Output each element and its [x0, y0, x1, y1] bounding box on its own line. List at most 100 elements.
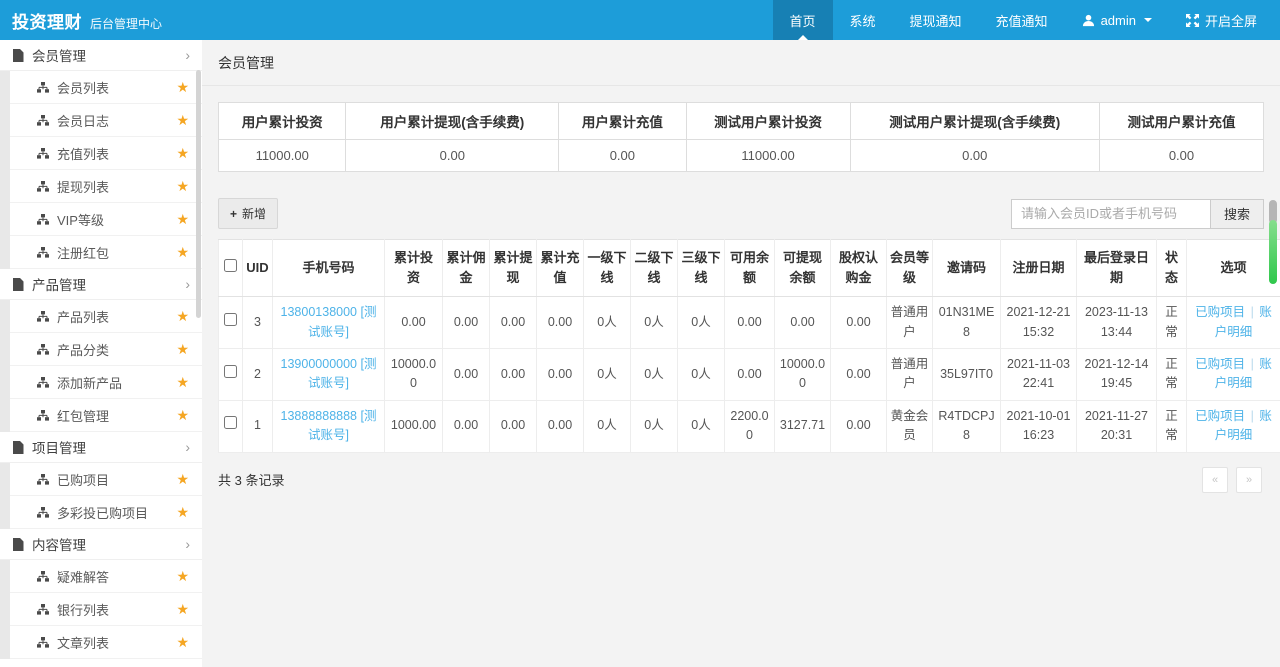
- data-cell: 2021-12-14 19:45: [1076, 348, 1157, 401]
- select-all-checkbox[interactable]: [224, 259, 237, 273]
- sidebar-item-bank-list[interactable]: 银行列表 ★: [10, 593, 202, 626]
- add-button-label: 新增: [242, 207, 267, 221]
- stats-value-cell: 0.00: [849, 139, 1100, 172]
- grid-header-cell: 累计投资: [384, 238, 443, 298]
- nav-system[interactable]: 系统: [833, 0, 893, 40]
- add-button[interactable]: + 新增: [218, 198, 279, 229]
- data-cell: 0.00: [442, 348, 490, 401]
- sidebar-item-purchased-projects[interactable]: 已购项目 ★: [10, 463, 202, 496]
- sidebar-item-faq[interactable]: 疑难解答 ★: [10, 560, 202, 593]
- data-cell: 0.00: [774, 296, 831, 350]
- table-row: 1 13888888888 [测试账号] 1000.00 0.00 0.00 0.00 0人…: [218, 399, 1280, 453]
- stats-header-cell: 用户累计提现(含手续费): [345, 102, 560, 140]
- table-row: 3 13800138000 [测试账号] 0.00 0.00 0.00 0.00 0人 0人 0…: [218, 296, 1280, 350]
- purchased-projects-link[interactable]: 已购项目: [1195, 409, 1245, 423]
- nav-label-admin: admin: [1100, 12, 1136, 28]
- stats-header-cell: 测试用户累计投资: [685, 102, 851, 140]
- content-inner: 用户累计投资 用户累计提现(含手续费) 用户累计充值 测试用户累计投资 测试用户累计提现…: [202, 86, 1280, 509]
- sidebar-item-product-list[interactable]: 产品列表 ★: [10, 300, 202, 333]
- sidebar-item-duocaitou-purchased-projects[interactable]: 多彩投已购项目 ★: [10, 496, 202, 529]
- sidebar-item-withdraw-list[interactable]: 提现列表 ★: [10, 170, 202, 203]
- data-cell: 0人: [630, 399, 678, 453]
- sidebar-item-member-log[interactable]: 会员日志 ★: [10, 104, 202, 137]
- stats-header-cell: 测试用户累计提现(含手续费): [849, 102, 1100, 140]
- file-icon: [12, 440, 24, 454]
- members-table: UID 手机号码 累计投资 累计佣金 累计提现 累计充值 一级下线 二级下线 三级下线 可用余额可…: [218, 238, 1280, 453]
- page-scrollbar[interactable]: [1269, 200, 1277, 284]
- phone-cell: 13888888888 [测试账号]: [272, 399, 385, 453]
- nav-label-system: 系统: [849, 13, 876, 29]
- nav-recharge-notice[interactable]: 充值通知: [979, 0, 1065, 40]
- sidebar-item-label: 添加新产品: [57, 375, 123, 391]
- purchased-projects-link[interactable]: 已购项目: [1195, 357, 1245, 371]
- sidebar-item-label: 充值列表: [57, 146, 110, 162]
- sidebar-item-member-list[interactable]: 会员列表 ★: [10, 71, 202, 104]
- stats-value-cell: 11000.00: [685, 139, 851, 172]
- data-cell: 10000.00: [774, 348, 831, 401]
- search-input[interactable]: [1010, 198, 1211, 229]
- brand: 投资理财 后台管理中心: [12, 8, 162, 33]
- phone-link[interactable]: 13900000000 [测试账号]: [281, 357, 377, 390]
- purchased-projects-link[interactable]: 已购项目: [1195, 305, 1245, 319]
- row-checkbox[interactable]: [224, 416, 237, 430]
- data-cell: 0人: [677, 348, 725, 401]
- sidebar-item-redpacket-manage[interactable]: 红包管理 ★: [10, 399, 202, 432]
- data-cell: 正常: [1156, 296, 1187, 350]
- data-cell: 0.00: [384, 296, 443, 350]
- sidebar-group-product[interactable]: 产品管理 ›: [0, 269, 202, 300]
- data-cell: 2200.00: [724, 399, 775, 453]
- sitemap-icon: [37, 114, 49, 126]
- nav-home[interactable]: 首页: [772, 0, 833, 40]
- sidebar-item-register-redpacket[interactable]: 注册红包 ★: [10, 236, 202, 269]
- sidebar-item-label: 多彩投已购项目: [57, 505, 149, 521]
- phone-link[interactable]: 13800138000 [测试账号]: [281, 305, 377, 338]
- sidebar-item-article-list[interactable]: 文章列表 ★: [10, 626, 202, 659]
- sidebar-item-label: 产品列表: [57, 309, 110, 325]
- sidebar-item-vip-level[interactable]: VIP等级 ★: [10, 203, 202, 236]
- grid-body: 3 13800138000 [测试账号] 0.00 0.00 0.00 0.00 0人 0人 0…: [218, 296, 1280, 453]
- sidebar-scrollbar[interactable]: [196, 70, 201, 318]
- sidebar-item-label: 注册红包: [57, 245, 110, 261]
- stats-value-row: 11000.00 0.00 0.00 11000.00 0.00 0.00: [217, 139, 1265, 172]
- sitemap-icon: [37, 343, 49, 355]
- nav-withdraw-notice[interactable]: 提现通知: [893, 0, 979, 40]
- grid-header-row: UID 手机号码 累计投资 累计佣金 累计提现 累计充值 一级下线 二级下线 三级下线 可用余额可…: [218, 238, 1280, 298]
- sidebar-submenu-member: 会员列表 ★ 会员日志 ★ 充值列表 ★ 提现列表 ★ VIP等级 ★ 注册红包 ★: [0, 71, 202, 269]
- stats-header-cell: 测试用户累计充值: [1098, 102, 1265, 140]
- sidebar-item-recharge-list[interactable]: 充值列表 ★: [10, 137, 202, 170]
- stats-header-cell: 用户累计投资: [217, 102, 347, 140]
- nav-admin[interactable]: admin: [1065, 0, 1169, 40]
- data-cell: 0.00: [830, 296, 887, 350]
- data-cell: 0.00: [442, 399, 490, 453]
- data-cell: 正常: [1156, 399, 1187, 453]
- sidebar-item-label: 已购项目: [57, 472, 110, 488]
- page-scrollbar-thumb[interactable]: [1269, 220, 1277, 284]
- grid-header-cell: 最后登录日期: [1076, 238, 1157, 298]
- row-checkbox[interactable]: [224, 364, 237, 378]
- sidebar-group-member[interactable]: 会员管理 ›: [0, 40, 202, 71]
- row-checkbox[interactable]: [224, 312, 237, 326]
- data-cell: 0.00: [536, 348, 584, 401]
- actions-cell: 已购项目 | 账户明细: [1186, 348, 1280, 401]
- sidebar-group-project[interactable]: 项目管理 ›: [0, 432, 202, 463]
- sidebar-group-content[interactable]: 内容管理 ›: [0, 529, 202, 560]
- stats-value-cell: 0.00: [558, 139, 687, 172]
- data-cell: 正常: [1156, 348, 1187, 401]
- phone-link[interactable]: 13888888888 [测试账号]: [281, 409, 377, 442]
- grid-header-cell: 股权认购金: [830, 238, 887, 298]
- data-cell: 0.00: [489, 348, 537, 401]
- nav-fullscreen[interactable]: 开启全屏: [1169, 0, 1274, 40]
- grid-header-cell: 注册日期: [1000, 238, 1077, 298]
- sidebar-item-product-category[interactable]: 产品分类 ★: [10, 333, 202, 366]
- search-button[interactable]: 搜索: [1210, 198, 1264, 229]
- data-cell: 0人: [583, 399, 631, 453]
- sitemap-icon: [37, 246, 49, 258]
- data-cell: 0人: [630, 296, 678, 350]
- star-icon: ★: [176, 407, 189, 423]
- grid-footer: 共 3 条记录 «»: [218, 466, 1264, 493]
- next-page-button[interactable]: »: [1236, 466, 1262, 493]
- sidebar-item-add-product[interactable]: 添加新产品 ★: [10, 366, 202, 399]
- user-icon: [1082, 14, 1095, 27]
- prev-page-button[interactable]: «: [1202, 466, 1228, 493]
- data-cell: 2021-11-27 20:31: [1076, 399, 1157, 453]
